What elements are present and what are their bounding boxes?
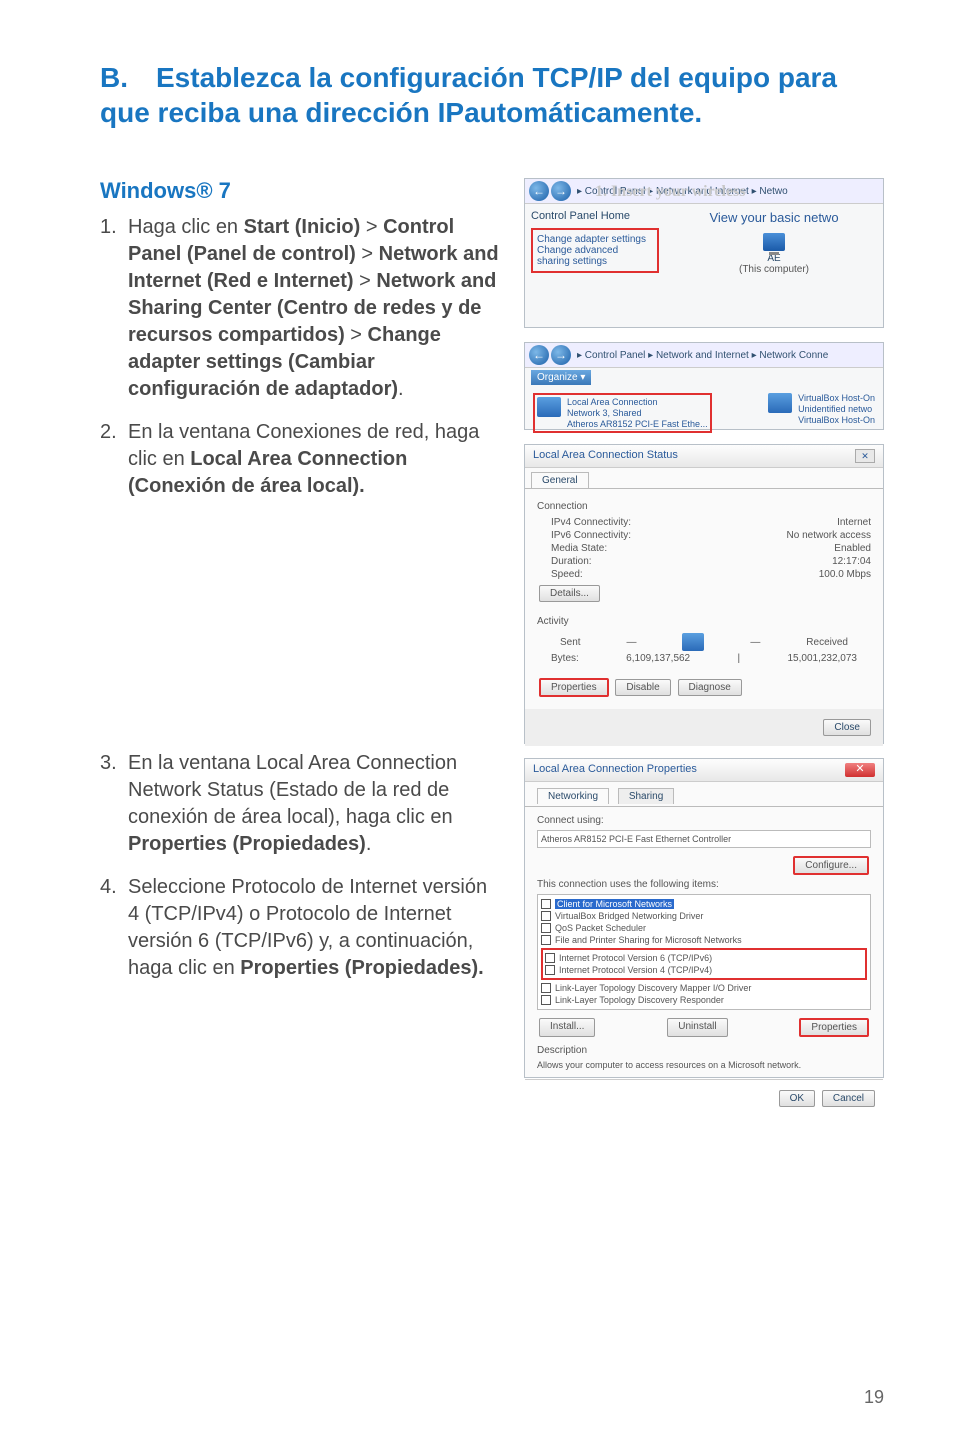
background-faded-text: 1. Insert your wireless: [595, 183, 746, 201]
description-heading: Description: [537, 1045, 871, 1056]
general-tab[interactable]: General: [531, 472, 589, 488]
computer-icon: [763, 233, 785, 251]
os-subheading: Windows® 7: [100, 178, 500, 204]
description-text: Allows your computer to access resources…: [537, 1060, 871, 1071]
virtualbox-connection-item[interactable]: VirtualBox Host-On Unidentified netwo Vi…: [768, 393, 875, 433]
heading-body: Establezca la configuración TCP/IP del e…: [100, 62, 837, 128]
page-number: 19: [864, 1387, 884, 1408]
change-advanced-link[interactable]: Change advanced sharing settings: [537, 245, 653, 267]
section-heading: B.Establezca la configuración TCP/IP del…: [100, 60, 884, 130]
close-dialog-button[interactable]: Close: [823, 719, 871, 736]
step-2: En la ventana Conexiones de red, haga cl…: [100, 419, 500, 500]
this-computer-label: (This computer): [671, 264, 877, 275]
adapter-field: Atheros AR8152 PCI-E Fast Ethernet Contr…: [537, 830, 871, 848]
activity-section-label: Activity: [537, 616, 871, 627]
connection-section-label: Connection: [537, 501, 871, 512]
checkbox-icon[interactable]: [541, 911, 551, 921]
networking-tab[interactable]: Networking: [537, 788, 609, 804]
items-intro: This connection uses the following items…: [537, 879, 871, 890]
diagnose-button[interactable]: Diagnose: [678, 679, 742, 696]
uninstall-button[interactable]: Uninstall: [667, 1018, 727, 1037]
properties-button[interactable]: Properties: [539, 678, 609, 697]
component-properties-button[interactable]: Properties: [799, 1018, 869, 1037]
screenshot-connection-properties: Local Area Connection Properties ✕ Netwo…: [524, 758, 884, 1078]
back-button[interactable]: ←: [529, 181, 549, 201]
details-button[interactable]: Details...: [539, 585, 600, 602]
install-button[interactable]: Install...: [539, 1018, 595, 1037]
checkbox-icon[interactable]: [545, 965, 555, 975]
activity-icon: [682, 633, 704, 651]
checkbox-icon[interactable]: [541, 995, 551, 1005]
step-4: Seleccione Protocolo de Internet versión…: [100, 874, 500, 982]
screenshot-connection-status: Local Area Connection Status ✕ General C…: [524, 444, 884, 744]
close-button[interactable]: ✕: [845, 763, 875, 777]
dialog-title: Local Area Connection Status: [533, 449, 678, 463]
ok-button[interactable]: OK: [779, 1090, 815, 1107]
nav-bar-2: ← → ▸ Control Panel ▸ Network and Intern…: [525, 343, 883, 368]
back-button-2[interactable]: ←: [529, 345, 549, 365]
local-area-connection-item[interactable]: Local Area Connection Network 3, Shared …: [533, 393, 712, 433]
step-3: En la ventana Local Area Connection Netw…: [100, 750, 500, 858]
control-panel-home-link[interactable]: Control Panel Home: [531, 210, 659, 222]
configure-button[interactable]: Configure...: [793, 856, 869, 875]
sharing-tab[interactable]: Sharing: [618, 788, 674, 804]
network-adapter-icon: [537, 397, 561, 417]
cancel-button[interactable]: Cancel: [822, 1090, 875, 1107]
highlighted-links: Change adapter settings Change advanced …: [531, 228, 659, 273]
breadcrumb-2[interactable]: ▸ Control Panel ▸ Network and Internet ▸…: [577, 350, 828, 361]
checkbox-icon[interactable]: [541, 983, 551, 993]
checkbox-icon[interactable]: [541, 899, 551, 909]
forward-button-2[interactable]: →: [551, 345, 571, 365]
checkbox-icon[interactable]: [545, 953, 555, 963]
checkbox-icon[interactable]: [541, 935, 551, 945]
connect-using-label: Connect using:: [537, 815, 871, 826]
components-list[interactable]: Client for Microsoft Networks VirtualBox…: [537, 894, 871, 1010]
screenshot-control-panel: 1. Insert your wireless ← → ▸ Control Pa…: [524, 178, 884, 328]
view-basic-network-text: View your basic netwo: [671, 210, 877, 225]
heading-letter: B.: [100, 60, 156, 95]
step-1: Haga clic en Start (Inicio) > Control Pa…: [100, 214, 500, 403]
checkbox-icon[interactable]: [541, 923, 551, 933]
forward-button[interactable]: →: [551, 181, 571, 201]
organize-menu[interactable]: Organize ▾: [531, 370, 591, 385]
network-adapter-icon: [768, 393, 792, 413]
dialog-title-props: Local Area Connection Properties: [533, 763, 697, 777]
change-adapter-link[interactable]: Change adapter settings: [537, 234, 653, 245]
screenshot-network-connections: ← → ▸ Control Panel ▸ Network and Intern…: [524, 342, 884, 430]
disable-button[interactable]: Disable: [615, 679, 670, 696]
close-button[interactable]: ✕: [855, 449, 875, 463]
